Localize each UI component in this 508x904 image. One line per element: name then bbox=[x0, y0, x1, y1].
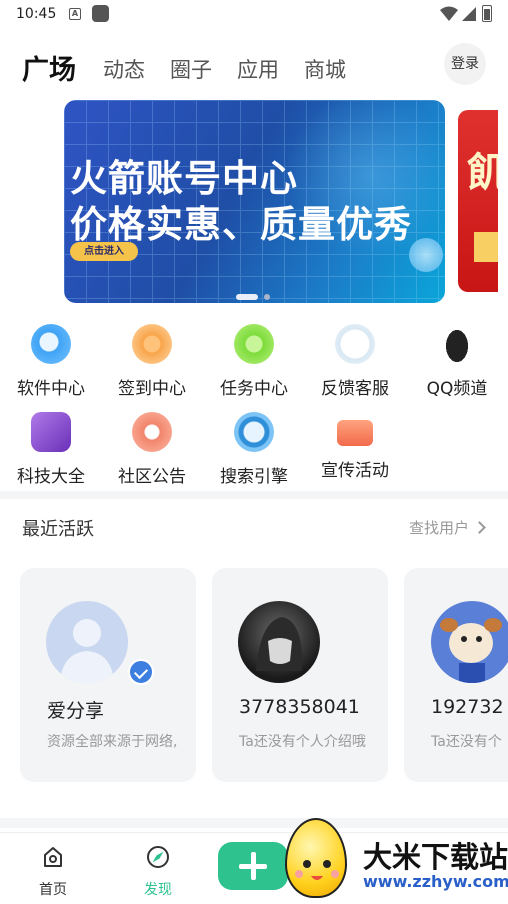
find-users-link[interactable]: 查找用户 bbox=[408, 517, 486, 538]
gg-shield-icon bbox=[31, 412, 71, 452]
egg-mascot-logo bbox=[285, 818, 347, 898]
status-bar: 10:45 A bbox=[0, 0, 508, 30]
user-description: Ta还没有个 bbox=[431, 734, 502, 750]
next-banner-preview[interactable]: 飢 bbox=[458, 110, 498, 292]
shortcut-label: 科技大全 bbox=[17, 467, 85, 487]
gift-event-icon bbox=[337, 420, 373, 446]
banner-slide[interactable]: 火箭账号中心 价格实惠、质量优秀 点击进入 bbox=[64, 100, 445, 303]
verified-badge-icon bbox=[128, 659, 154, 685]
section-title: 最近活跃 bbox=[22, 519, 94, 540]
banner-coin-icon bbox=[409, 238, 443, 272]
user-name: 192732 bbox=[431, 696, 504, 718]
watermark-title: 大米下载站 bbox=[363, 840, 508, 874]
banner-subheadline: 价格实惠、质量优秀 bbox=[70, 203, 412, 246]
shortcut-announcement[interactable]: 社区公告 bbox=[102, 412, 202, 487]
user-name: 爱分享 bbox=[47, 700, 105, 722]
tab-mall[interactable]: 商城 bbox=[304, 54, 346, 84]
shortcut-label: 软件中心 bbox=[17, 379, 85, 399]
cellular-signal-icon bbox=[462, 7, 476, 21]
checkin-calendar-icon bbox=[132, 324, 172, 364]
shortcut-label: 任务中心 bbox=[220, 379, 288, 399]
shortcut-qq-channel[interactable]: QQ频道 bbox=[407, 324, 507, 399]
shortcut-label: 宣传活动 bbox=[321, 461, 389, 481]
battery-icon bbox=[482, 5, 492, 22]
compass-icon bbox=[147, 846, 169, 868]
default-user-avatar bbox=[46, 601, 128, 683]
status-time: 10:45 bbox=[16, 6, 57, 22]
qq-penguin-icon bbox=[437, 324, 477, 364]
tab-square[interactable]: 广场 bbox=[22, 48, 76, 87]
notification-app-icon bbox=[92, 5, 109, 22]
bottom-nav-home[interactable]: 首页 bbox=[23, 845, 83, 899]
user-name: 3778358041 bbox=[239, 696, 360, 718]
user-card[interactable]: 192732 Ta还没有个 bbox=[404, 568, 508, 782]
software-center-icon bbox=[31, 324, 71, 364]
cartoon-dog-avatar bbox=[431, 601, 508, 683]
next-banner-text: 飢 bbox=[467, 150, 498, 196]
carousel-dot bbox=[264, 294, 270, 300]
shortcut-feedback[interactable]: 反馈客服 bbox=[305, 324, 405, 399]
chevron-right-icon bbox=[473, 521, 486, 534]
home-icon bbox=[44, 847, 62, 867]
user-description: 资源全部来源于网络, bbox=[47, 734, 178, 750]
shortcut-promotion[interactable]: 宣传活动 bbox=[305, 412, 405, 481]
next-banner-decoration bbox=[474, 232, 498, 262]
shortcut-software-center[interactable]: 软件中心 bbox=[1, 324, 101, 399]
section-divider bbox=[0, 491, 508, 499]
shortcut-label: 社区公告 bbox=[118, 467, 186, 487]
shortcut-label: QQ频道 bbox=[426, 379, 488, 399]
tab-dynamics[interactable]: 动态 bbox=[103, 54, 145, 84]
shortcut-tech[interactable]: 科技大全 bbox=[1, 412, 101, 487]
search-globe-icon bbox=[234, 412, 274, 452]
bottom-nav-label: 首页 bbox=[39, 882, 67, 898]
shortcut-checkin[interactable]: 签到中心 bbox=[102, 324, 202, 399]
carousel-dot-active bbox=[236, 294, 258, 300]
shortcut-tasks[interactable]: 任务中心 bbox=[204, 324, 304, 399]
shortcut-label: 签到中心 bbox=[118, 379, 186, 399]
shortcut-label: 搜索引擎 bbox=[220, 467, 288, 487]
publish-plus-button[interactable] bbox=[218, 842, 288, 890]
notification-a-icon: A bbox=[69, 8, 81, 20]
user-description: Ta还没有个人介绍哦 bbox=[239, 734, 366, 750]
find-users-label: 查找用户 bbox=[408, 519, 469, 537]
banner-enter-button[interactable]: 点击进入 bbox=[70, 242, 138, 261]
user-card[interactable]: 3778358041 Ta还没有个人介绍哦 bbox=[212, 568, 388, 782]
shortcut-search-engine[interactable]: 搜索引擎 bbox=[204, 412, 304, 487]
bottom-nav-label: 发现 bbox=[144, 882, 172, 898]
site-watermark: 大米下载站 www.zzhyw.com bbox=[283, 812, 508, 903]
tab-apps[interactable]: 应用 bbox=[237, 54, 279, 84]
tab-circles[interactable]: 圈子 bbox=[170, 54, 212, 84]
wifi-icon bbox=[440, 6, 458, 21]
megaphone-icon bbox=[132, 412, 172, 452]
bottom-nav-discover[interactable]: 发现 bbox=[128, 845, 188, 899]
dark-anime-avatar bbox=[238, 601, 320, 683]
feedback-badge-icon bbox=[335, 324, 375, 364]
task-flag-icon bbox=[234, 324, 274, 364]
shortcut-label: 反馈客服 bbox=[321, 379, 389, 399]
user-card[interactable]: 爱分享 资源全部来源于网络, bbox=[20, 568, 196, 782]
watermark-url: www.zzhyw.com bbox=[363, 872, 508, 891]
login-button[interactable]: 登录 bbox=[444, 43, 486, 85]
